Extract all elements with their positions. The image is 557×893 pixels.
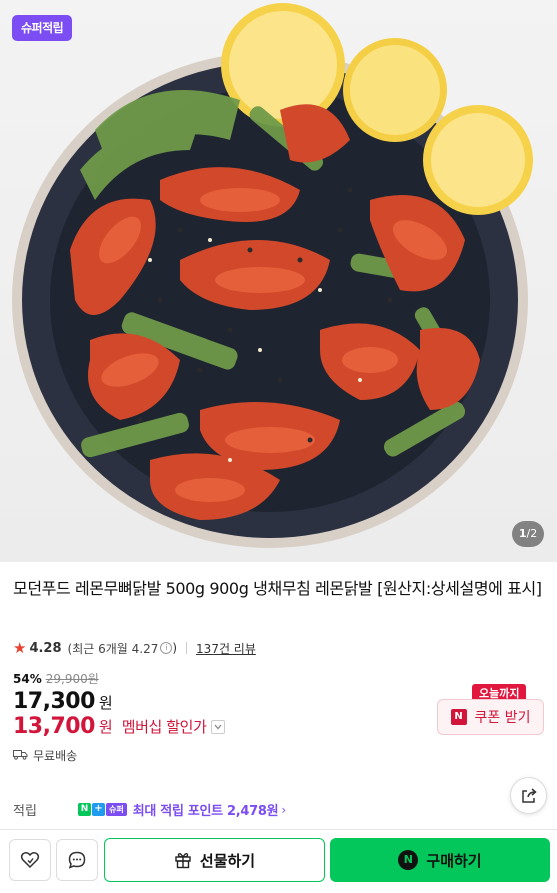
- price-currency: 원: [98, 694, 113, 712]
- max-points-link[interactable]: 최대 적립 포인트 2,478원: [133, 800, 279, 819]
- chat-bubble-icon: [68, 851, 86, 869]
- shipping-row: 무료배송: [13, 747, 77, 764]
- original-price: 29,900원: [45, 672, 99, 686]
- gift-icon: [175, 853, 191, 869]
- naver-plus-badge: N + 슈퍼: [78, 803, 127, 816]
- share-icon: [521, 787, 537, 803]
- gift-button-label: 선물하기: [199, 851, 256, 870]
- product-photo-illustration: [12, 3, 533, 548]
- review-count-link[interactable]: 137건 리뷰: [196, 640, 256, 657]
- star-icon: ★: [13, 639, 27, 657]
- plus-icon: +: [92, 803, 105, 816]
- talk-inquiry-button[interactable]: [56, 839, 98, 881]
- image-page-counter: 1/2: [512, 521, 544, 547]
- get-coupon-label: 쿠폰 받기: [474, 710, 531, 726]
- points-row: 적립 N + 슈퍼 최대 적립 포인트 2,478원 ›: [13, 800, 287, 820]
- image-page-total: 2: [530, 527, 538, 540]
- buy-button-label: 구매하기: [426, 851, 482, 870]
- free-shipping-label: 무료배송: [33, 749, 78, 763]
- gift-button[interactable]: 선물하기: [104, 838, 325, 882]
- wishlist-button[interactable]: [9, 839, 51, 881]
- product-title: 모던푸드 레몬무뼈닭발 500g 900g 냉채무침 레몬닭발 [원산지:상세설…: [13, 579, 542, 598]
- naver-n-icon: N: [78, 803, 91, 816]
- bottom-action-bar: 선물하기 N 구매하기: [0, 829, 557, 893]
- rating-recent: (최근 6개월 4.27: [67, 641, 159, 656]
- info-icon[interactable]: i: [160, 642, 173, 654]
- rating-recent-close: ): [172, 641, 178, 655]
- membership-price-row[interactable]: 13,700 원 멤버십 할인가: [13, 714, 225, 739]
- super-badge-small: 슈퍼: [106, 803, 127, 816]
- membership-price-label: 멤버십 할인가: [121, 718, 207, 736]
- chevron-down-icon[interactable]: [210, 719, 225, 734]
- rating-value: 4.28: [29, 640, 62, 656]
- buy-button[interactable]: N 구매하기: [330, 838, 550, 882]
- rating-row: ★ 4.28 (최근 6개월 4.27 i ) 137건 리뷰: [13, 638, 256, 658]
- membership-price-currency: 원: [98, 718, 113, 736]
- super-points-badge: 슈퍼적립: [12, 15, 73, 41]
- price-row: 17,300 원: [13, 689, 113, 714]
- heart-plus-icon: [20, 852, 40, 869]
- chevron-right-icon: ›: [281, 802, 287, 817]
- naver-coupon-icon: N: [450, 709, 467, 725]
- truck-icon: [13, 749, 28, 763]
- get-coupon-button[interactable]: N 쿠폰 받기: [437, 699, 544, 735]
- membership-price: 13,700: [13, 714, 95, 739]
- naver-pay-icon: N: [398, 850, 419, 870]
- product-image[interactable]: 슈퍼적립 1/2: [0, 0, 557, 562]
- divider: [186, 642, 188, 654]
- points-label: 적립: [13, 804, 37, 819]
- discount-row: 54% 29,900원: [13, 670, 99, 687]
- discount-percent: 54%: [13, 671, 42, 686]
- share-button[interactable]: [510, 777, 547, 814]
- sale-price: 17,300: [13, 689, 95, 714]
